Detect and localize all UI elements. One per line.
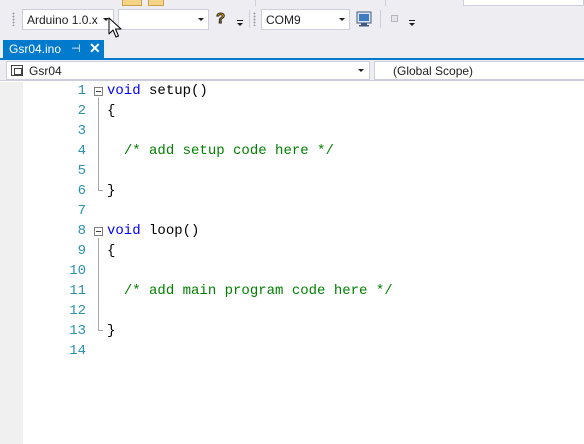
document-tab-strip: Gsr04.ino ⊣ ✕	[0, 40, 584, 59]
fold-guide	[98, 238, 99, 331]
comment-token: /* add main program code here */	[123, 283, 393, 299]
line-number: 8	[77, 223, 86, 239]
close-icon[interactable]: ✕	[89, 40, 101, 57]
code-line[interactable]: 9{	[0, 242, 584, 262]
chevron-down-icon	[339, 18, 345, 21]
line-number: 1	[77, 83, 86, 99]
line-number: 13	[69, 323, 86, 339]
code-text: /* add main program code here */	[107, 283, 393, 299]
toolbar-overflow-icon[interactable]	[409, 23, 415, 26]
code-text: /* add setup code here */	[107, 143, 334, 159]
toolbar-separator	[255, 0, 256, 6]
blank-combo[interactable]	[118, 9, 209, 30]
mouse-cursor-icon	[108, 17, 122, 38]
code-token: }	[107, 323, 116, 339]
code-token: {	[107, 243, 116, 259]
line-number: 14	[69, 343, 86, 359]
code-line[interactable]: 5	[0, 162, 584, 182]
serial-monitor-icon[interactable]	[356, 11, 372, 27]
line-number: 4	[77, 143, 86, 159]
code-token: loop()	[140, 223, 200, 239]
toolbar-button-partial[interactable]	[122, 0, 142, 6]
code-line[interactable]: 4 /* add setup code here */	[0, 142, 584, 162]
tab-title: Gsr04.ino	[9, 42, 62, 56]
line-number: 2	[77, 103, 86, 119]
toolbar-separator	[385, 0, 386, 6]
file-scope-combo[interactable]: Gsr04	[6, 61, 370, 80]
port-combo[interactable]: COM9	[261, 9, 350, 30]
code-line[interactable]: 6}	[0, 182, 584, 202]
pin-icon[interactable]: ⊣	[71, 42, 81, 55]
fold-guide	[98, 98, 99, 191]
keyword-token: void	[107, 83, 141, 99]
chevron-down-icon	[358, 69, 364, 72]
line-number: 9	[77, 243, 86, 259]
project-icon	[11, 65, 23, 76]
port-combo-value: COM9	[266, 13, 301, 27]
code-line[interactable]: 13}	[0, 322, 584, 342]
toolbar-overflow-icon[interactable]	[237, 23, 243, 26]
toolbar-separator	[249, 10, 250, 28]
code-line[interactable]: 3	[0, 122, 584, 142]
toolbar-search-partial[interactable]	[463, 0, 584, 6]
collapse-icon[interactable]	[94, 227, 103, 236]
line-number: 7	[77, 203, 86, 219]
global-scope-value: (Global Scope)	[393, 64, 474, 78]
code-line[interactable]: 7	[0, 202, 584, 222]
toolbar-separator	[380, 10, 381, 28]
code-text: {	[107, 103, 115, 119]
fold-guide-end	[98, 190, 103, 191]
code-token: {	[107, 103, 116, 119]
line-number: 10	[69, 263, 86, 279]
tab-gsr04[interactable]: Gsr04.ino ⊣ ✕	[3, 40, 104, 58]
code-line[interactable]: 2{	[0, 102, 584, 122]
code-text: {	[107, 243, 115, 259]
help-icon[interactable]: ?	[215, 10, 229, 26]
fold-guide-end	[98, 330, 103, 331]
code-text: void setup()	[107, 83, 208, 99]
collapse-icon[interactable]	[94, 87, 103, 96]
code-token: }	[107, 183, 116, 199]
code-line[interactable]: 10	[0, 262, 584, 282]
line-number: 11	[69, 283, 86, 299]
keyword-token: void	[107, 223, 141, 239]
code-editor[interactable]: 1 void setup() 2{3 4 /* add setup code here…	[0, 82, 584, 444]
toolbar-grip[interactable]	[253, 12, 256, 26]
navigation-bar: Gsr04 (Global Scope)	[0, 60, 584, 81]
line-number: 5	[77, 163, 86, 179]
line-number: 12	[69, 303, 86, 319]
board-combo[interactable]: Arduino 1.0.x	[22, 9, 114, 30]
line-number: 3	[77, 123, 86, 139]
code-line[interactable]: 11 /* add main program code here */	[0, 282, 584, 302]
global-scope-combo[interactable]: (Global Scope)	[374, 61, 584, 80]
overflow-bar	[409, 20, 415, 21]
code-text: }	[107, 183, 115, 199]
svg-text:?: ?	[216, 10, 225, 26]
chevron-down-icon	[198, 18, 204, 21]
overflow-bar	[237, 20, 243, 21]
toolbar-grip[interactable]	[12, 12, 15, 26]
code-line[interactable]: 12	[0, 302, 584, 322]
code-line[interactable]: 8 void loop()	[0, 222, 584, 242]
toolbar-button-partial[interactable]	[148, 0, 164, 6]
file-scope-value: Gsr04	[29, 64, 62, 78]
code-line[interactable]: 1 void setup()	[0, 82, 584, 102]
line-number: 6	[77, 183, 86, 199]
toolbar: Arduino 1.0.x ? COM9	[0, 0, 584, 40]
code-text: }	[107, 323, 115, 339]
board-combo-value: Arduino 1.0.x	[27, 13, 98, 27]
checkbox-icon[interactable]	[391, 15, 398, 22]
code-line[interactable]: 14	[0, 342, 584, 362]
code-token: setup()	[140, 83, 208, 99]
code-text: void loop()	[107, 223, 199, 239]
comment-token: /* add setup code here */	[123, 143, 334, 159]
